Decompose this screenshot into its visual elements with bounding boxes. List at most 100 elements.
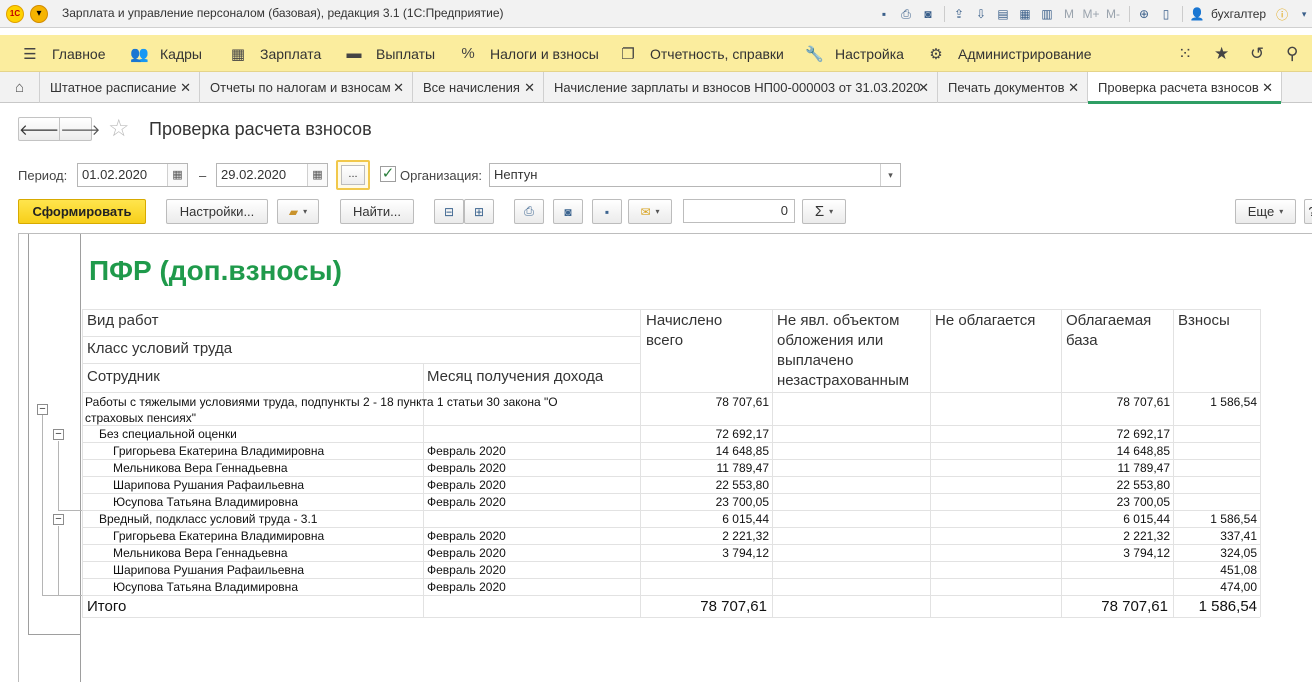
period-select-button[interactable]: ... bbox=[336, 160, 370, 190]
memory-icon[interactable]: M bbox=[1059, 4, 1079, 24]
contributions-cell: 324,05 bbox=[1220, 546, 1257, 560]
month-cell: Февраль 2020 bbox=[427, 478, 506, 492]
accrued-cell: 11 789,47 bbox=[716, 461, 770, 475]
column-border bbox=[930, 309, 931, 617]
organization-checkbox[interactable]: ✓ bbox=[380, 166, 396, 182]
variants-button[interactable]: ▰ ▾ bbox=[277, 199, 319, 224]
email-button[interactable]: ✉ ▾ bbox=[628, 199, 672, 224]
accrued-cell bbox=[642, 579, 769, 596]
tab-staff-schedule[interactable]: Штатное расписание ✕ bbox=[40, 72, 200, 103]
menu-item-settings[interactable]: 🔧 Настройка bbox=[805, 35, 904, 72]
period-dash: – bbox=[199, 168, 207, 183]
tab-print-documents[interactable]: Печать документов ✕ bbox=[938, 72, 1088, 103]
menu-item-salary[interactable]: ▦ Зарплата bbox=[230, 35, 321, 72]
download-icon[interactable]: ⇩ bbox=[971, 4, 991, 24]
collapse-groups-button[interactable]: ⊟ bbox=[434, 199, 464, 224]
collapse-group-icon[interactable]: − bbox=[53, 514, 64, 525]
forward-arrow-icon[interactable]: 🡒 bbox=[60, 118, 100, 140]
favorite-star-icon[interactable]: ☆ bbox=[108, 114, 130, 143]
menu-item-label: Администрирование bbox=[958, 45, 1092, 62]
menu-item-admin[interactable]: ⚙ Администрирование bbox=[928, 35, 1092, 72]
accrued-cell: 72 692,17 bbox=[715, 427, 769, 441]
contributions-cell bbox=[1175, 460, 1257, 477]
tag-icon[interactable]: ▤ bbox=[993, 4, 1013, 24]
people-icon: 👥 bbox=[130, 45, 149, 63]
hamburger-icon: ☰ bbox=[23, 45, 37, 63]
period-label: Период: bbox=[18, 168, 68, 183]
generate-button[interactable]: Сформировать bbox=[18, 199, 146, 224]
upload-icon[interactable]: ⇪ bbox=[949, 4, 969, 24]
tax-base-cell: 78 707,61 bbox=[1116, 395, 1170, 409]
favorites-star-icon[interactable]: ★ bbox=[1214, 35, 1229, 72]
header-not-taxed: Не облагается bbox=[935, 312, 1036, 329]
sum-mode-button[interactable]: Σ ▾ bbox=[802, 199, 846, 224]
find-button[interactable]: Найти... bbox=[340, 199, 414, 224]
calendar-icon[interactable]: ▦ bbox=[307, 164, 327, 186]
tab-tax-reports[interactable]: Отчеты по налогам и взносам ✕ bbox=[200, 72, 413, 103]
close-icon[interactable]: ✕ bbox=[524, 80, 535, 96]
contributions-cell: 337,41 bbox=[1220, 529, 1257, 543]
system-menu-button[interactable]: ▾ bbox=[30, 5, 48, 23]
menu-item-reports[interactable]: ❐ Отчетность, справки bbox=[620, 35, 784, 72]
home-icon[interactable]: ⌂ bbox=[0, 72, 40, 103]
memory-plus-icon[interactable]: M+ bbox=[1081, 4, 1101, 24]
back-arrow-icon[interactable]: 🡐 bbox=[19, 118, 61, 140]
month-cell: Февраль 2020 bbox=[427, 444, 506, 458]
menu-item-payments[interactable]: ▬ Выплаты bbox=[346, 35, 436, 72]
apps-grid-icon[interactable]: ⁙ bbox=[1178, 35, 1192, 72]
menu-item-hr[interactable]: 👥 Кадры bbox=[130, 35, 202, 72]
accrued-cell: 78 707,61 bbox=[715, 395, 769, 409]
history-icon[interactable]: ↺ bbox=[1250, 35, 1264, 72]
organization-field[interactable]: Нептун ▾ bbox=[489, 163, 901, 187]
info-icon[interactable]: ⓘ bbox=[1272, 4, 1292, 24]
menu-item-main[interactable]: ☰ Главное bbox=[22, 35, 105, 72]
employee-cell: Григорьева Екатерина Владимировна bbox=[113, 529, 325, 543]
chevron-down-icon[interactable]: ▾ bbox=[880, 164, 900, 186]
menu-item-label: Настройка bbox=[835, 45, 904, 62]
tab-payroll-document[interactable]: Начисление зарплаты и взносов НП00-00000… bbox=[544, 72, 938, 103]
save-button[interactable]: ▪ bbox=[592, 199, 622, 224]
memory-minus-icon[interactable]: M- bbox=[1103, 4, 1123, 24]
preview-button[interactable]: ◙ bbox=[553, 199, 583, 224]
contributions-cell bbox=[1175, 443, 1257, 460]
calendar-icon[interactable]: ▦ bbox=[167, 164, 187, 186]
close-icon[interactable]: ✕ bbox=[1262, 80, 1273, 96]
expand-groups-button[interactable]: ⊞ bbox=[464, 199, 494, 224]
chevron-down-icon[interactable]: ▾ bbox=[1294, 4, 1312, 24]
panel-icon[interactable]: ▯ bbox=[1156, 4, 1176, 24]
employee-cell: Мельникова Вера Геннадьевна bbox=[113, 461, 288, 475]
user-name[interactable]: бухгалтер bbox=[1211, 7, 1266, 21]
close-icon[interactable]: ✕ bbox=[180, 80, 191, 96]
date-from-field[interactable]: 01.02.2020 ▦ bbox=[77, 163, 188, 187]
more-button[interactable]: Еще ▾ bbox=[1235, 199, 1296, 224]
wallet-icon: ▬ bbox=[346, 45, 362, 62]
employee-cell: Юсупова Татьяна Владимировна bbox=[113, 495, 298, 509]
generate-button-label: Сформировать bbox=[32, 204, 132, 219]
save-icon[interactable]: ▪ bbox=[874, 4, 894, 24]
close-icon[interactable]: ✕ bbox=[393, 80, 404, 96]
calculator-icon[interactable]: ▥ bbox=[1037, 4, 1057, 24]
gear-icon: ⚙ bbox=[929, 45, 943, 63]
settings-button[interactable]: Настройки... bbox=[166, 199, 268, 224]
help-button[interactable]: ? bbox=[1304, 199, 1312, 224]
close-icon[interactable]: ✕ bbox=[918, 80, 929, 96]
collapse-group-icon[interactable]: − bbox=[53, 429, 64, 440]
report-title: ПФР (доп.взносы) bbox=[89, 255, 342, 286]
search-icon[interactable]: ⚲ bbox=[1286, 35, 1298, 72]
tree-line bbox=[58, 526, 59, 595]
print-icon[interactable]: ⎙ bbox=[896, 4, 916, 24]
calendar-icon[interactable]: ▦ bbox=[1015, 4, 1035, 24]
zoom-icon[interactable]: ⊕ bbox=[1134, 4, 1154, 24]
tab-all-accruals[interactable]: Все начисления ✕ bbox=[413, 72, 544, 103]
print-button[interactable]: ⎙ bbox=[514, 199, 544, 224]
accrued-cell: 23 700,05 bbox=[715, 495, 769, 509]
collapse-group-icon[interactable]: − bbox=[37, 404, 48, 415]
month-cell: Февраль 2020 bbox=[427, 546, 506, 560]
date-to-field[interactable]: 29.02.2020 ▦ bbox=[216, 163, 328, 187]
wrench-icon: 🔧 bbox=[805, 45, 824, 63]
preview-icon[interactable]: ◙ bbox=[918, 4, 938, 24]
user-icon[interactable]: 👤 bbox=[1187, 4, 1207, 24]
close-icon[interactable]: ✕ bbox=[1068, 80, 1079, 96]
tab-contributions-check[interactable]: Проверка расчета взносов ✕ bbox=[1088, 72, 1282, 104]
menu-item-taxes[interactable]: % Налоги и взносы bbox=[460, 35, 599, 72]
